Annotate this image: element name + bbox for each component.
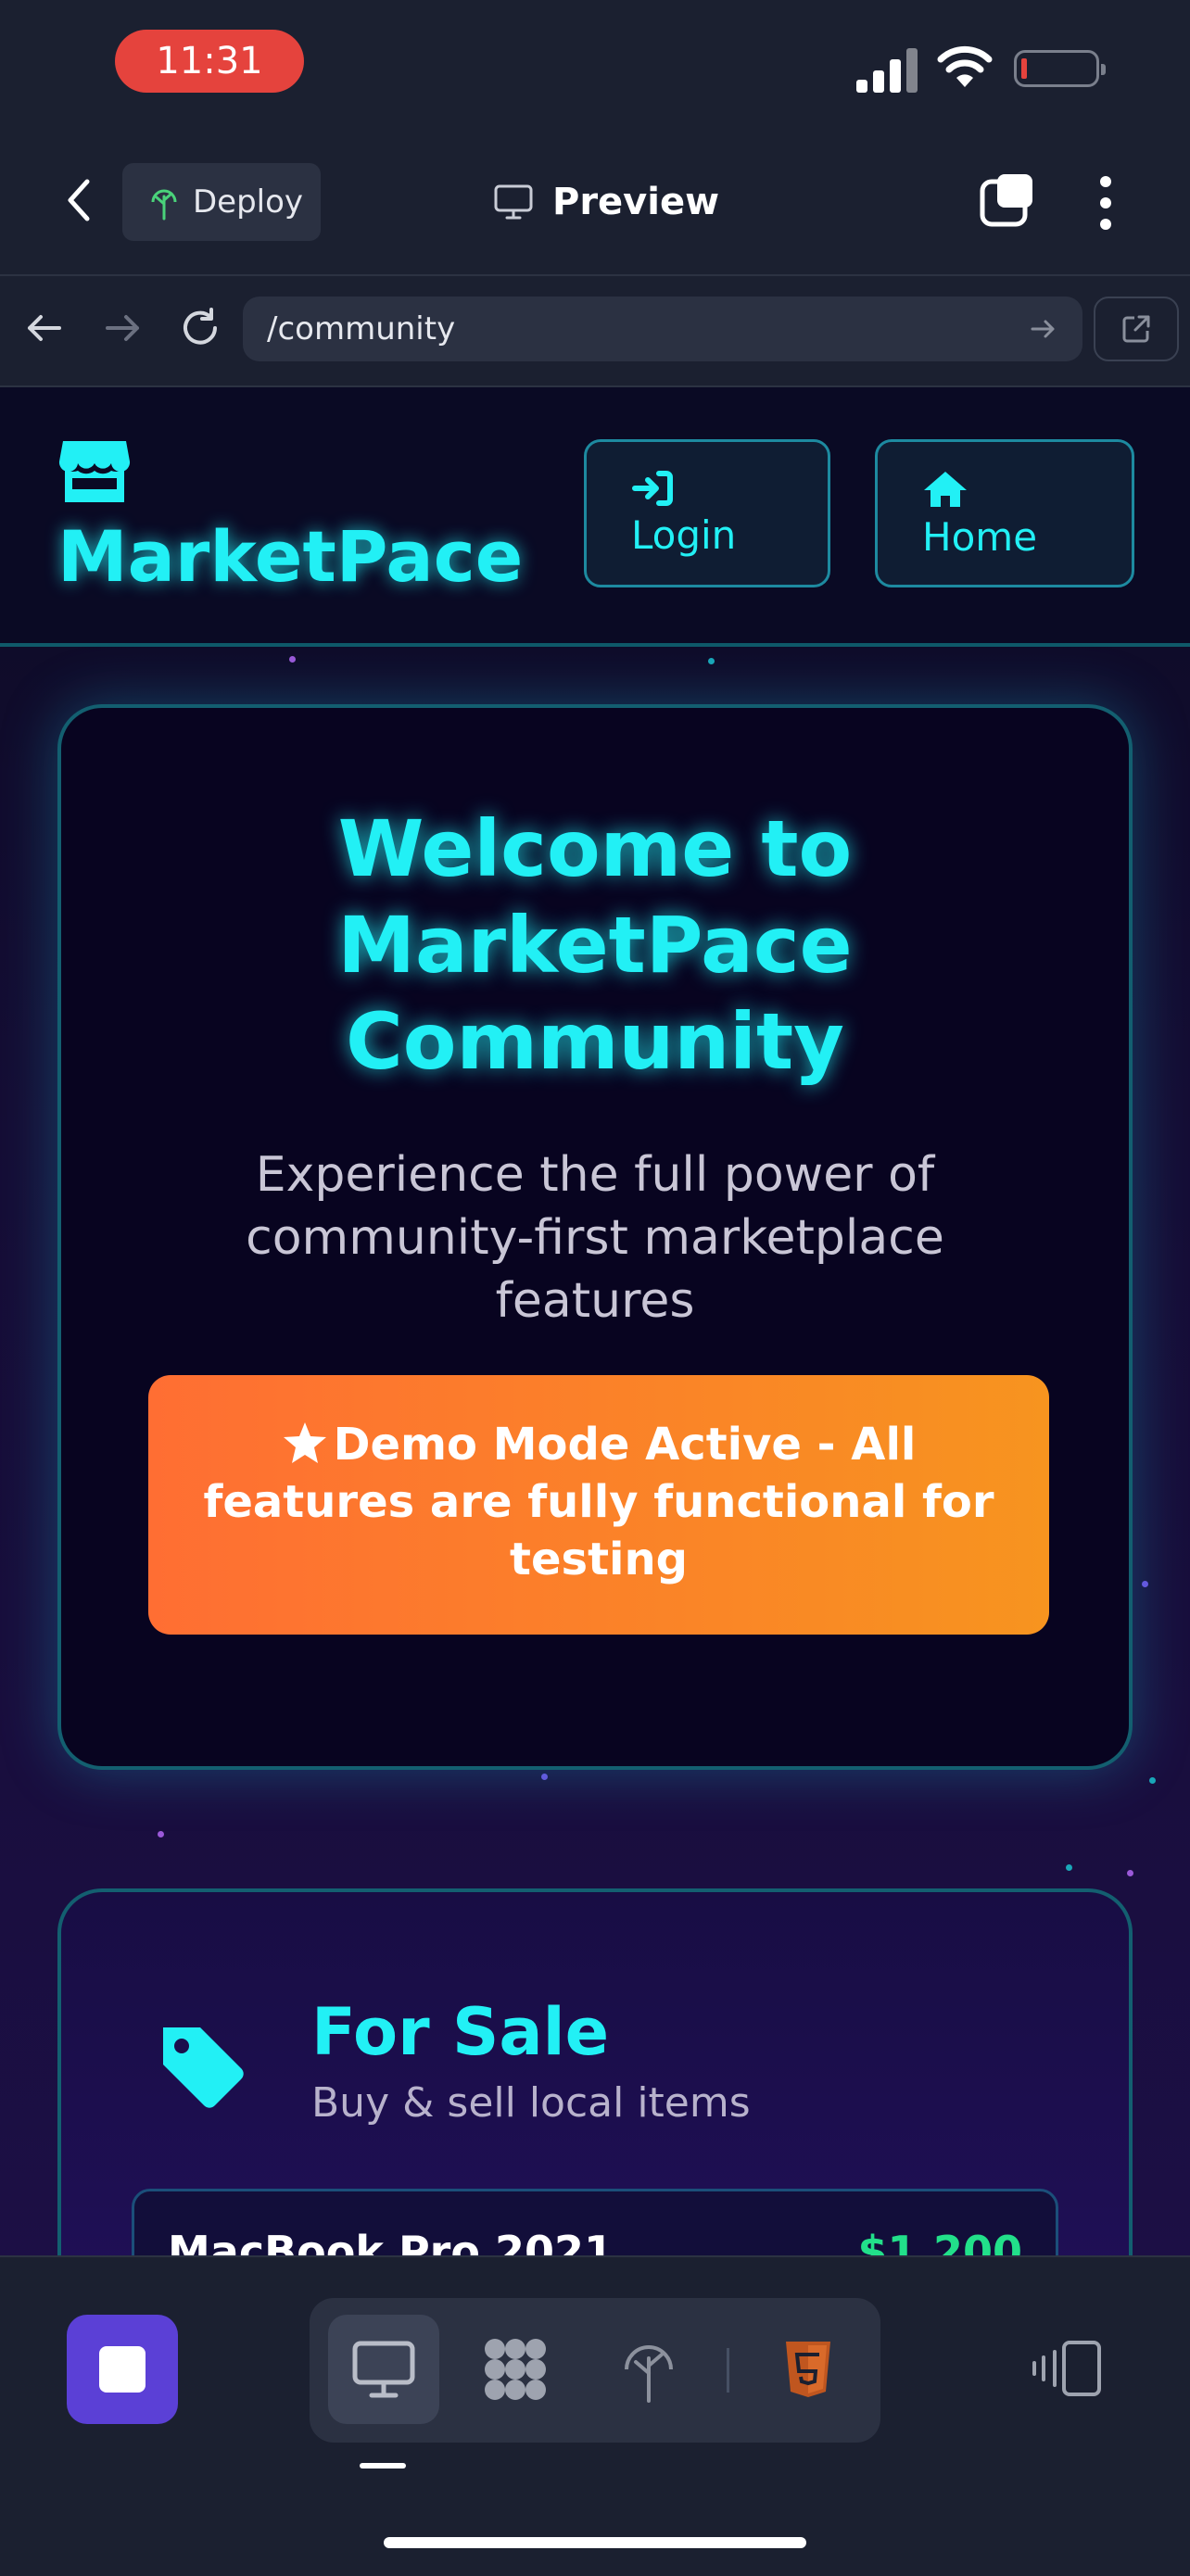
- preview-label: Preview: [552, 181, 720, 223]
- signal-icon: [856, 44, 919, 93]
- arrow-left-icon: [28, 315, 61, 341]
- login-button[interactable]: Login: [584, 439, 830, 587]
- more-vertical-icon: [1100, 176, 1111, 230]
- open-external-icon: [1122, 315, 1150, 343]
- preview-title[interactable]: Preview: [493, 172, 719, 232]
- hero-title-line: Community: [346, 996, 844, 1087]
- demo-mode-banner: Demo Mode Active - All features are full…: [148, 1375, 1049, 1635]
- for-sale-subtitle: Buy & sell local items: [311, 2079, 751, 2127]
- login-icon: [632, 471, 673, 506]
- login-label: Login: [631, 512, 737, 558]
- tabs-button[interactable]: [979, 170, 1038, 230]
- stop-icon: [99, 2346, 146, 2393]
- sparkle-dot: [158, 1831, 164, 1837]
- device-toggle-button[interactable]: [1031, 2339, 1105, 2398]
- deploy-tree-icon: [625, 2345, 673, 2403]
- sparkle-dot: [708, 658, 715, 664]
- sparkle-dot: [1149, 1777, 1156, 1784]
- deploy-tree-icon: [151, 189, 177, 221]
- hero-title-line: Welcome to: [337, 803, 853, 894]
- browser-forward-button[interactable]: [96, 302, 148, 354]
- sparkle-dot: [1142, 1581, 1148, 1587]
- home-indicator: [384, 2537, 806, 2548]
- star-icon: [283, 1422, 326, 1463]
- hero-subtitle: Experience the full power of community-f…: [246, 1147, 944, 1329]
- arrow-right-icon: [106, 315, 139, 341]
- site-logo[interactable]: MarketPace: [57, 515, 523, 598]
- store-icon: [57, 437, 132, 506]
- reload-button[interactable]: [174, 302, 226, 354]
- monitor-icon: [494, 184, 533, 220]
- hero-card: Welcome to MarketPace Community Experien…: [57, 704, 1133, 1770]
- reload-icon: [184, 308, 217, 345]
- back-button[interactable]: [56, 172, 102, 228]
- desktop-preview-button[interactable]: [328, 2315, 439, 2424]
- site-header: MarketPace Login Home: [0, 387, 1190, 647]
- browser-back-button[interactable]: [19, 302, 70, 354]
- listing-price: $1,200: [857, 2227, 1022, 2255]
- tag-icon: [158, 2022, 247, 2111]
- status-time: 11:31: [115, 30, 304, 93]
- desktop-preview-icon: [352, 2341, 415, 2398]
- for-sale-section: For Sale Buy & sell local items MacBook …: [57, 1888, 1133, 2255]
- listing-title: MacBook Pro 2021: [168, 2227, 614, 2255]
- wifi-icon: [936, 41, 994, 89]
- more-options-button[interactable]: [1092, 170, 1120, 235]
- open-external-button[interactable]: [1094, 297, 1179, 361]
- hero-title-line: MarketPace: [337, 900, 853, 991]
- go-arrow-icon[interactable]: [1027, 313, 1058, 345]
- deploy-button[interactable]: Deploy: [122, 163, 321, 241]
- deploy-label: Deploy: [193, 183, 304, 221]
- web-preview: MarketPace Login Home Welcome to MarketP…: [0, 387, 1190, 2255]
- for-sale-title: For Sale: [311, 1994, 610, 2070]
- chevron-left-icon: [68, 179, 90, 221]
- html5-icon: [786, 2342, 830, 2397]
- tabs-icon: [980, 174, 1032, 227]
- home-button[interactable]: Home: [875, 439, 1134, 587]
- device-rotate-icon: [1032, 2341, 1101, 2396]
- home-label: Home: [922, 514, 1038, 560]
- battery-low-icon: [1014, 50, 1106, 87]
- code-view-button[interactable]: [753, 2315, 864, 2424]
- active-tab-indicator: [360, 2463, 406, 2469]
- sparkle-dot: [1066, 1864, 1072, 1871]
- stop-button[interactable]: [67, 2315, 178, 2424]
- sparkle-pattern-icon: [485, 2339, 546, 2400]
- url-text: /community: [267, 310, 456, 347]
- design-mode-button[interactable]: [460, 2315, 571, 2424]
- sparkle-dot: [541, 1774, 548, 1780]
- deploy-view-button[interactable]: [593, 2315, 704, 2424]
- mode-divider: [727, 2348, 729, 2393]
- hero-title: Welcome to MarketPace Community: [61, 801, 1129, 1090]
- home-icon: [924, 472, 967, 507]
- listing-card[interactable]: MacBook Pro 2021 $1,200: [132, 2189, 1058, 2255]
- sparkle-dot: [1127, 1870, 1133, 1876]
- url-bar[interactable]: /community: [243, 297, 1082, 361]
- sparkle-dot: [289, 656, 296, 663]
